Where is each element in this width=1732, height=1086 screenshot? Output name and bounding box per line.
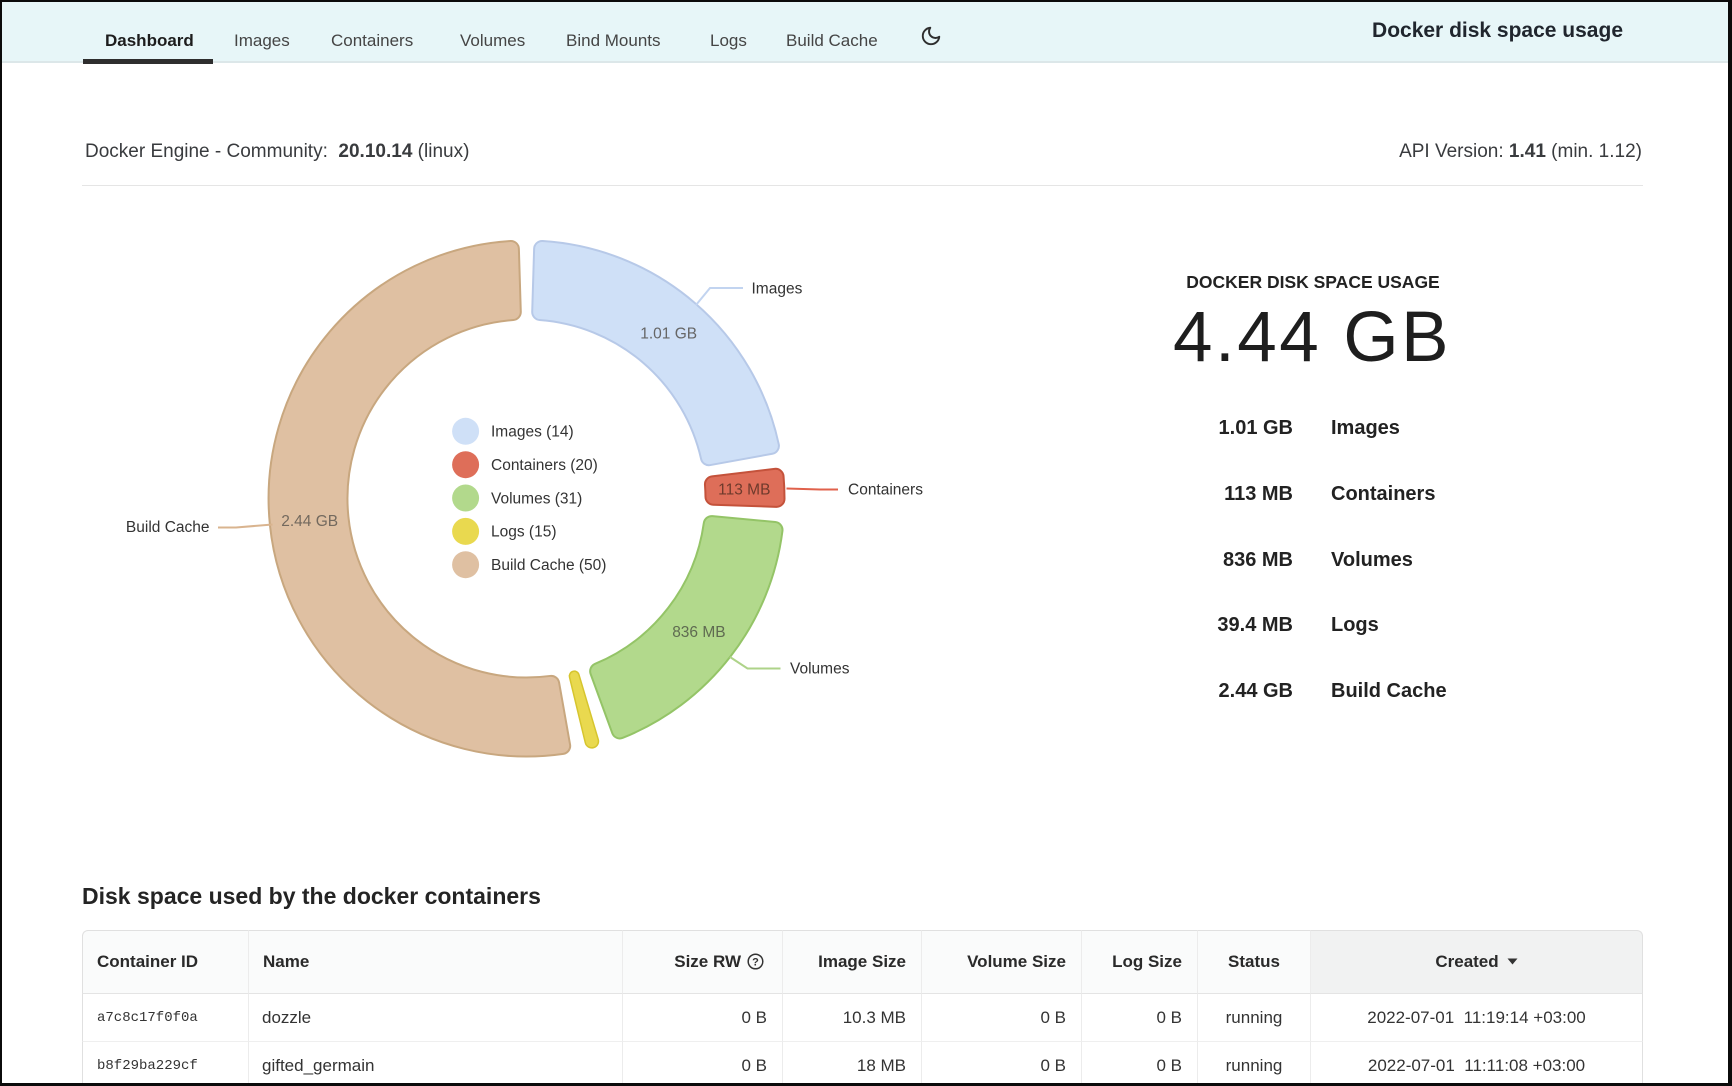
svg-text:Logs (15): Logs (15) xyxy=(491,524,556,541)
svg-text:113 MB: 113 MB xyxy=(718,482,770,499)
svg-text:Volumes (31): Volumes (31) xyxy=(491,490,582,507)
svg-text:Volumes: Volumes xyxy=(790,660,850,677)
svg-text:Build Cache (50): Build Cache (50) xyxy=(491,557,606,574)
svg-text:Containers (20): Containers (20) xyxy=(491,457,598,474)
svg-text:Build Cache: Build Cache xyxy=(126,519,210,536)
svg-text:1.01 GB: 1.01 GB xyxy=(640,326,697,343)
svg-text:Containers: Containers xyxy=(848,481,923,498)
svg-text:836 MB: 836 MB xyxy=(672,624,725,641)
svg-text:?: ? xyxy=(752,956,759,968)
svg-text:2.44 GB: 2.44 GB xyxy=(281,513,338,530)
svg-text:Images: Images xyxy=(752,280,803,297)
svg-text:Images (14): Images (14) xyxy=(491,424,574,441)
